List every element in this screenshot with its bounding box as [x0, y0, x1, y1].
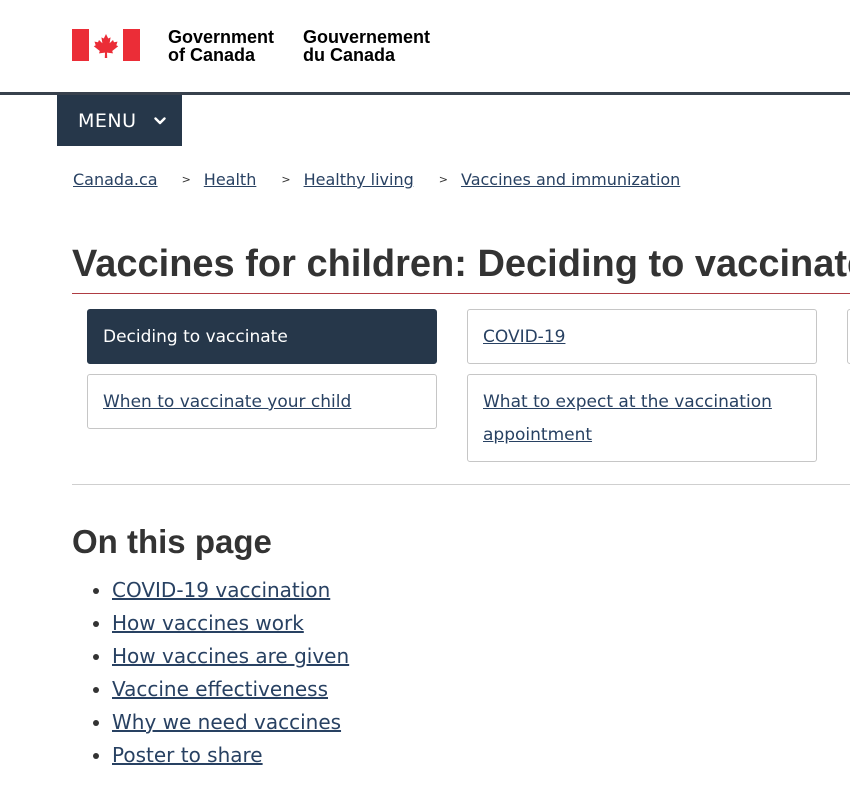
breadcrumb-link-vaccines[interactable]: Vaccines and immunization	[461, 170, 680, 189]
subnav-item-label: Deciding to vaccinate	[103, 327, 288, 347]
breadcrumb-separator: >	[438, 173, 448, 186]
subnav-item-deciding[interactable]: Deciding to vaccinate	[87, 309, 437, 364]
toc-link-covid19[interactable]: COVID-19 vaccination	[112, 578, 330, 602]
list-item: How vaccines are given	[112, 640, 349, 673]
signature-en-line1: Government	[168, 27, 275, 47]
breadcrumb-link-healthy-living[interactable]: Healthy living	[304, 170, 414, 189]
toc-link-poster[interactable]: Poster to share	[112, 743, 263, 767]
subnav-item-link[interactable]: What to expect at the vaccination appoin…	[483, 392, 772, 445]
subnav-item-covid19[interactable]: COVID-19	[467, 309, 817, 364]
breadcrumb-link-canada[interactable]: Canada.ca	[73, 170, 158, 189]
list-item: COVID-19 vaccination	[112, 574, 349, 607]
list-item: Why we need vaccines	[112, 706, 349, 739]
section-divider	[72, 484, 850, 485]
list-item: Poster to share	[112, 739, 349, 772]
toc-link-why-need[interactable]: Why we need vaccines	[112, 710, 341, 734]
signature-fr-line2: du Canada	[303, 45, 396, 65]
subnav-item-when[interactable]: When to vaccinate your child	[87, 374, 437, 429]
on-this-page-list: COVID-19 vaccination How vaccines work H…	[72, 574, 349, 772]
on-this-page-heading: On this page	[72, 523, 272, 560]
signature-english[interactable]: Government of Canada	[168, 28, 274, 64]
signature-fr-line1: Gouvernement	[303, 27, 431, 47]
subnav-item-link[interactable]: COVID-19	[483, 327, 565, 347]
chevron-down-icon	[153, 116, 166, 125]
subnav-item-link[interactable]: When to vaccinate your child	[103, 392, 351, 412]
signature-en-line2: of Canada	[168, 45, 256, 65]
menu-button[interactable]: MENU	[57, 95, 182, 146]
title-underline	[72, 293, 850, 294]
menu-label: MENU	[78, 109, 137, 132]
toc-link-how-given[interactable]: How vaccines are given	[112, 644, 349, 668]
toc-link-how-vaccines-work[interactable]: How vaccines work	[112, 611, 304, 635]
breadcrumb-separator: >	[281, 173, 291, 186]
breadcrumb: Canada.ca > Health > Healthy living > Va…	[73, 170, 680, 189]
breadcrumb-link-health[interactable]: Health	[204, 170, 257, 189]
list-item: How vaccines work	[112, 607, 349, 640]
signature-french[interactable]: Gouvernement du Canada	[303, 28, 430, 64]
page-title: Vaccines for children: Deciding to vacci…	[72, 243, 850, 285]
breadcrumb-separator: >	[181, 173, 191, 186]
toc-link-effectiveness[interactable]: Vaccine effectiveness	[112, 677, 328, 701]
list-item: Vaccine effectiveness	[112, 673, 349, 706]
subnav-item-what-to-expect[interactable]: What to expect at the vaccination appoin…	[467, 374, 817, 462]
canada-flag-icon[interactable]	[72, 29, 140, 61]
